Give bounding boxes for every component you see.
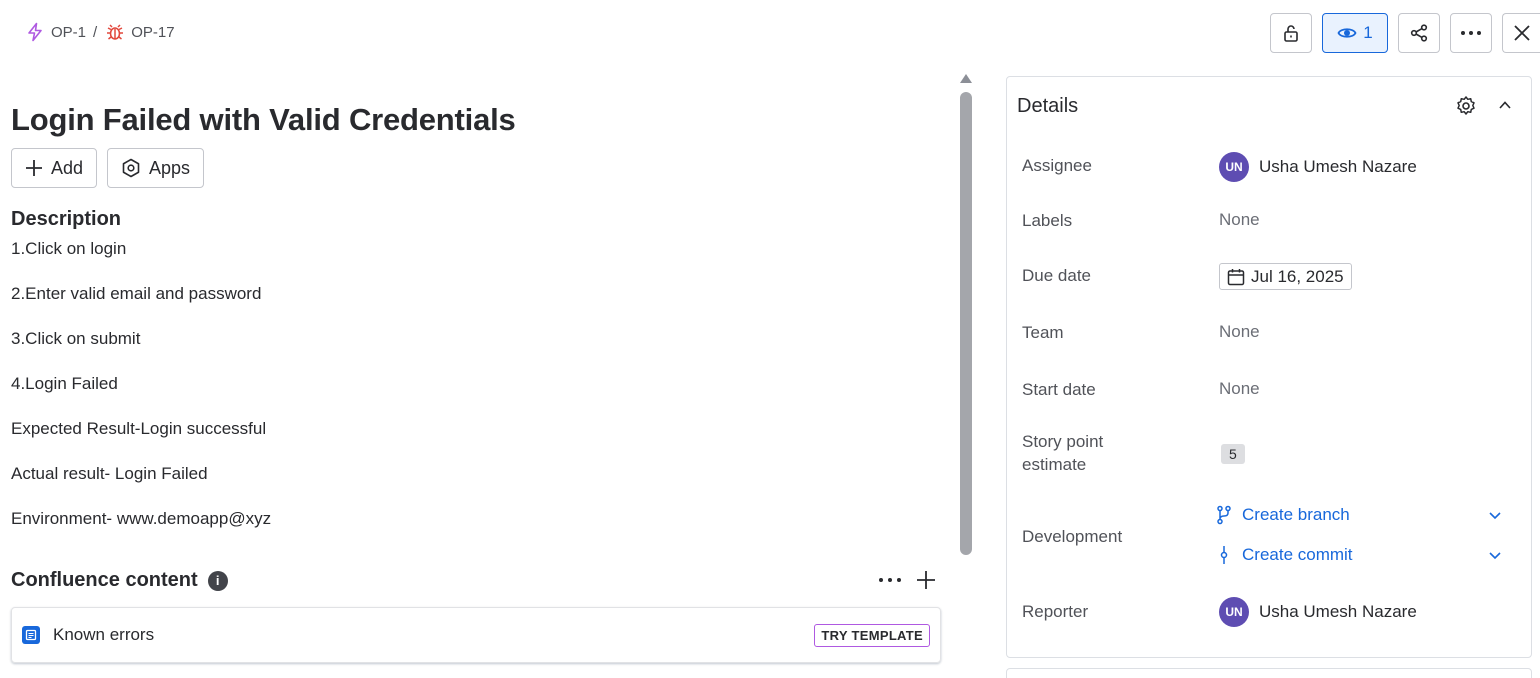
confluence-heading: Confluence content i (11, 569, 228, 592)
create-branch-link[interactable]: Create branch (1216, 505, 1502, 525)
share-icon (1410, 24, 1428, 42)
due-date-chip: Jul 16, 2025 (1219, 263, 1352, 290)
unlock-icon (1284, 25, 1298, 42)
story-point-label-line: estimate (1022, 455, 1087, 474)
apps-icon (122, 158, 140, 178)
breadcrumb-separator: / (93, 23, 98, 41)
reporter-name: Usha Umesh Nazare (1259, 602, 1417, 621)
chevron-down-icon[interactable] (1488, 508, 1502, 522)
bug-icon (107, 24, 124, 40)
reporter-value[interactable]: UN Usha Umesh Nazare (1219, 597, 1417, 627)
add-button-label: Add (51, 157, 84, 178)
avatar: UN (1219, 597, 1249, 627)
assignee-name: Usha Umesh Nazare (1259, 157, 1417, 176)
close-icon (1513, 25, 1530, 41)
scrollbar-thumb[interactable] (960, 92, 972, 555)
try-template-badge[interactable]: TRY TEMPLATE (814, 623, 930, 647)
issue-toolbar: Add Apps (11, 148, 205, 188)
labels-label: Labels (1022, 211, 1073, 230)
description-line: 4.Login Failed (11, 374, 118, 393)
restrictions-button[interactable] (1270, 13, 1312, 53)
chevron-up-icon[interactable] (1497, 97, 1513, 118)
create-commit-link[interactable]: Create commit (1216, 545, 1502, 565)
apps-button-label: Apps (149, 157, 191, 178)
description-body[interactable]: 1.Click on login 2.Enter valid email and… (11, 237, 911, 552)
apps-button[interactable]: Apps (107, 148, 205, 188)
confluence-heading-text: Confluence content (11, 569, 198, 591)
scroll-up-arrow[interactable] (960, 74, 972, 83)
due-date-value[interactable]: Jul 16, 2025 (1219, 263, 1352, 290)
team-label: Team (1022, 323, 1064, 342)
description-line: 1.Click on login (11, 239, 127, 258)
create-branch[interactable]: Create branch (1216, 505, 1502, 525)
description-line: 3.Click on submit (11, 329, 141, 348)
start-date-value[interactable]: None (1219, 379, 1260, 399)
add-button[interactable]: Add (11, 148, 98, 188)
story-point-badge: 5 (1221, 444, 1245, 464)
breadcrumb-current-key: OP-17 (131, 23, 175, 41)
development-label: Development (1022, 527, 1123, 546)
due-date-text: Jul 16, 2025 (1251, 266, 1344, 286)
story-point-value[interactable]: 5 (1221, 444, 1245, 464)
create-commit[interactable]: Create commit (1216, 545, 1502, 565)
confluence-card[interactable]: Known errors TRY TEMPLATE (11, 607, 941, 663)
description-line: Actual result- Login Failed (11, 464, 208, 483)
lightning-icon (28, 22, 42, 42)
description-line: Expected Result-Login successful (11, 419, 267, 438)
reporter-label: Reporter (1022, 602, 1089, 621)
create-commit-label: Create commit (1242, 545, 1353, 564)
watch-button[interactable]: 1 (1322, 13, 1388, 53)
confluence-card-label: Known errors (53, 625, 155, 644)
plus-icon (26, 160, 42, 176)
more-icon (1461, 31, 1481, 35)
labels-value[interactable]: None (1219, 210, 1260, 230)
avatar: UN (1219, 152, 1249, 182)
gear-icon[interactable] (1455, 95, 1477, 122)
breadcrumb-parent[interactable]: OP-1 (25, 22, 86, 42)
chevron-down-icon[interactable] (1488, 548, 1502, 562)
next-panel-edge (1006, 668, 1532, 678)
breadcrumb: OP-1 / OP-17 (25, 20, 175, 44)
issue-actions: 1 (1270, 13, 1540, 53)
plus-icon[interactable] (916, 570, 936, 590)
create-branch-label: Create branch (1242, 505, 1350, 524)
team-value[interactable]: None (1219, 322, 1260, 342)
start-date-label: Start date (1022, 380, 1096, 399)
share-button[interactable] (1398, 13, 1440, 53)
branch-icon (1217, 505, 1231, 525)
page-icon (22, 626, 40, 644)
eye-icon (1337, 28, 1357, 38)
assignee-label: Assignee (1022, 156, 1092, 175)
more-actions-button[interactable] (1450, 13, 1492, 53)
description-line: 2.Enter valid email and password (11, 284, 262, 303)
description-heading: Description (11, 208, 122, 230)
details-heading: Details (1017, 95, 1079, 117)
calendar-icon (1227, 268, 1245, 285)
due-date-label: Due date (1022, 266, 1091, 285)
assignee-value[interactable]: UN Usha Umesh Nazare (1219, 152, 1417, 182)
story-point-label: Story point estimate (1022, 430, 1103, 476)
close-button[interactable] (1502, 13, 1540, 53)
breadcrumb-parent-key: OP-1 (51, 23, 87, 41)
more-icon[interactable] (878, 577, 902, 583)
watch-count: 1 (1363, 23, 1373, 42)
details-panel: Details Assignee UN Usha Umesh Nazare La… (1006, 76, 1532, 658)
description-line: Environment- www.demoapp@xyz (11, 509, 272, 528)
info-icon[interactable]: i (207, 570, 228, 591)
issue-title[interactable]: Login Failed with Valid Credentials (11, 102, 516, 138)
story-point-label-line: Story point (1022, 432, 1104, 451)
commit-icon (1220, 546, 1228, 564)
confluence-tools (878, 570, 936, 590)
breadcrumb-current[interactable]: OP-17 (105, 22, 175, 42)
